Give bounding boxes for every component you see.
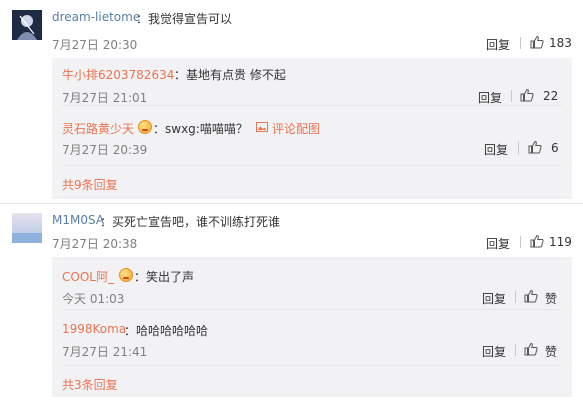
- divider: [518, 142, 519, 154]
- like-count: 119: [549, 235, 572, 249]
- reply-button[interactable]: 回复: [482, 343, 506, 360]
- reply-username[interactable]: 灵石路黄少天: [62, 120, 134, 137]
- reply-text: ：笑出了声: [134, 270, 195, 284]
- divider: [515, 344, 516, 356]
- comment-text: ：我觉得宣告可以: [136, 12, 233, 26]
- reply-button[interactable]: 回复: [486, 36, 510, 53]
- divider: [62, 309, 562, 310]
- divider: [511, 90, 512, 102]
- avatar-image-icon: [12, 10, 42, 40]
- thumbs-up-icon[interactable]: [520, 88, 534, 102]
- like-count: 183: [549, 36, 572, 50]
- like-label[interactable]: 赞: [545, 290, 557, 307]
- like-count: 22: [543, 89, 559, 103]
- reply-time: 7月27日 21:41: [62, 345, 148, 359]
- thumbs-up-icon[interactable]: [530, 234, 544, 248]
- reply-username[interactable]: 牛小排6203782634: [62, 66, 174, 83]
- reply-text: ：swxg:喵喵喵？: [153, 122, 248, 136]
- comment-time: 7月27日 20:38: [52, 237, 138, 251]
- emoji-icon: [119, 268, 133, 282]
- comment-text: ：买死亡宣告吧，谁不训练打死谁: [100, 215, 281, 229]
- reply-button[interactable]: 回复: [486, 235, 510, 252]
- comment-username[interactable]: M1M0SA: [52, 213, 104, 227]
- more-replies-link[interactable]: 共9条回复: [62, 176, 118, 193]
- thumbs-up-icon[interactable]: [528, 140, 542, 154]
- more-replies-link[interactable]: 共3条回复: [62, 376, 118, 393]
- thumbs-up-icon[interactable]: [524, 342, 538, 356]
- reply-username[interactable]: 1998Koma: [62, 322, 126, 336]
- comment-username[interactable]: dream-lietome: [52, 10, 140, 24]
- image-icon[interactable]: [256, 122, 268, 132]
- comment-time: 7月27日 20:30: [52, 38, 138, 52]
- divider: [515, 291, 516, 303]
- reply-button[interactable]: 回复: [478, 89, 502, 106]
- divider: [520, 236, 521, 248]
- thumbs-up-icon[interactable]: [530, 35, 544, 49]
- avatar[interactable]: [12, 213, 42, 243]
- like-label[interactable]: 赞: [545, 343, 557, 360]
- reply-button[interactable]: 回复: [484, 141, 508, 158]
- divider: [0, 203, 583, 204]
- avatar[interactable]: [12, 10, 42, 40]
- reply-text: ：哈哈哈哈哈哈: [124, 324, 209, 338]
- reply-text: ：基地有点贵 修不起: [174, 68, 286, 82]
- like-count: 6: [551, 141, 559, 155]
- thumbs-up-icon[interactable]: [524, 289, 538, 303]
- divider: [62, 165, 562, 166]
- reply-time: 7月27日 21:01: [62, 91, 148, 105]
- reply-time: 7月27日 20:39: [62, 143, 148, 157]
- emoji-icon: [138, 120, 152, 134]
- reply-time: 今天 01:03: [62, 292, 125, 306]
- comment-image-link[interactable]: 评论配图: [272, 120, 320, 137]
- reply-button[interactable]: 回复: [482, 290, 506, 307]
- reply-username[interactable]: COOL阿_: [62, 268, 114, 285]
- divider: [62, 365, 562, 366]
- divider: [520, 37, 521, 49]
- avatar-image-icon: [12, 213, 42, 243]
